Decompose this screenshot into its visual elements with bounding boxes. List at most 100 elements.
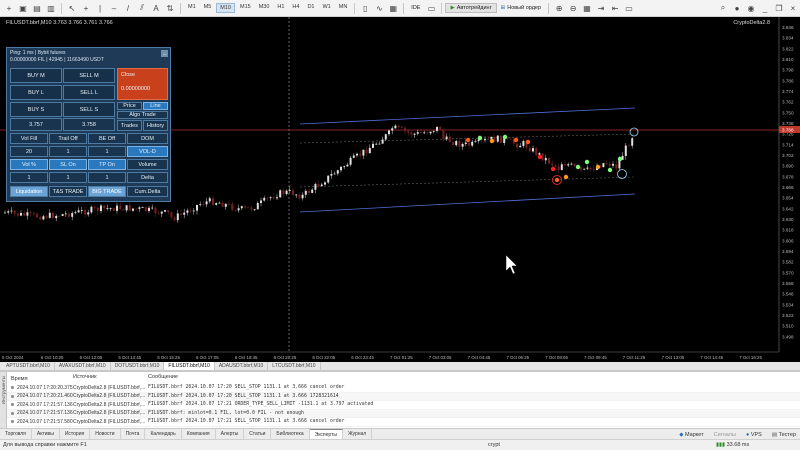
trades-button[interactable]: Trades [117, 120, 142, 131]
price-chart[interactable]: 3.846 3.834 3.822 3.810 3.798 3.786 3.774 3.762… [0, 17, 800, 362]
timeframe-d1[interactable]: D1 [304, 3, 317, 13]
templates-icon[interactable]: ▦ [388, 3, 398, 13]
minimize-icon[interactable]: _ [760, 3, 770, 13]
search-icon[interactable]: ⌕ [718, 3, 728, 13]
col-source-header[interactable]: Источник [73, 374, 148, 383]
timeframe-m5[interactable]: M5 [201, 3, 215, 13]
tester-link[interactable]: ▤ Тестер [772, 432, 796, 438]
vol-fill-input[interactable]: 20 [10, 146, 48, 157]
new-chart-icon[interactable]: + [4, 3, 14, 13]
toolbox-tab[interactable]: Компания [182, 429, 216, 439]
toolbox-tab[interactable]: Алерты [216, 429, 245, 439]
cum-delta-button[interactable]: Cum.Delta [127, 186, 168, 197]
vol-d-button[interactable]: VOL-D [127, 146, 168, 157]
account-icon[interactable]: ◉ [746, 3, 756, 13]
algo-trading-button[interactable]: ▶ Автотрейдинг [445, 3, 497, 13]
be-input[interactable]: 1 [88, 146, 126, 157]
screenshot-icon[interactable]: ▭ [624, 3, 634, 13]
vol-pct-button[interactable]: Vol % [10, 159, 48, 170]
timeframe-h4[interactable]: H4 [289, 3, 302, 13]
new-order-button[interactable]: ⊞ Новый ордер [497, 4, 545, 12]
algo-trade-button[interactable]: Algo Trade [117, 111, 168, 119]
volume-button[interactable]: Volume [127, 159, 168, 170]
log-row[interactable]: 2024.10.07 17:21:57.136 CryptoDelta2.8 (F… [7, 409, 800, 418]
log-row[interactable]: 2024.10.07 17:21:57.580 CryptoDelta2.8 (F… [7, 418, 800, 427]
trail-off-button[interactable]: Trail Off [49, 133, 87, 144]
zoom-out-icon[interactable]: ⊖ [568, 3, 578, 13]
sell-l-button[interactable]: SELL L [63, 85, 115, 100]
toolbox-tab[interactable]: Библиотека [271, 429, 310, 439]
close-icon[interactable]: × [788, 3, 798, 13]
toolbox-tab[interactable]: Торговля [0, 429, 32, 439]
toolbox-tab[interactable]: Журнал [343, 429, 373, 439]
autoscroll-icon[interactable]: ⇥ [596, 3, 606, 13]
terminal-icon[interactable]: ▭ [426, 3, 436, 13]
timeframe-w1[interactable]: W1 [319, 3, 333, 13]
timeframe-mn[interactable]: MN [336, 3, 351, 13]
arrows-icon[interactable]: ⇅ [165, 3, 175, 13]
indicators-icon[interactable]: ∿ [374, 3, 384, 13]
chart-shift-icon[interactable]: ⇤ [610, 3, 620, 13]
timeframe-m15[interactable]: M15 [237, 3, 254, 13]
toolbox-tab[interactable]: Новости [90, 429, 121, 439]
signals-link[interactable]: Сигналы [714, 432, 736, 438]
vertical-line-icon[interactable]: | [95, 3, 105, 13]
vps-link[interactable]: ● VPS [746, 432, 762, 438]
line-button[interactable]: Line [143, 102, 168, 110]
ide-button[interactable]: IDE [407, 4, 424, 12]
col-time-header[interactable]: Время [7, 374, 73, 383]
sell-s-button[interactable]: SELL S [63, 102, 115, 117]
toolbox-tab[interactable]: Почта [121, 429, 146, 439]
market-watch-icon[interactable]: ▤ [32, 3, 42, 13]
restore-icon[interactable]: ❐ [774, 3, 784, 13]
timeframe-m30[interactable]: M30 [256, 3, 273, 13]
channel-icon[interactable]: ⫽ [137, 3, 147, 13]
crosshair-icon[interactable]: ↖ [67, 3, 77, 13]
be-off-button[interactable]: BE Off [88, 133, 126, 144]
horizontal-line-icon[interactable]: – [109, 3, 119, 13]
trendline-icon[interactable]: / [123, 3, 133, 13]
toolbox-side-label[interactable]: Инструменты [0, 372, 7, 429]
col-message-header[interactable]: Сообщение [148, 374, 800, 383]
chart-tab[interactable]: ADAUSDT.bbrf,M10 [215, 362, 269, 370]
vol-fill-button[interactable]: Vol Fill [10, 133, 48, 144]
sl-on-button[interactable]: SL On [49, 159, 87, 170]
buy-m-button[interactable]: BUY M [10, 68, 62, 83]
chart-tab[interactable]: LTCUSDT.bbrf,M10 [268, 362, 321, 370]
chart-tab[interactable]: DOTUSDT.bbrf,M10 [111, 362, 165, 370]
zoom-in-icon[interactable]: ⊕ [554, 3, 564, 13]
connection-status[interactable]: ▮▮▮ 33.68 ms [716, 442, 749, 448]
timeframe-h1[interactable]: H1 [274, 3, 287, 13]
toolbox-tab[interactable]: Календарь [145, 429, 182, 439]
toolbox-tab[interactable]: Эксперты [309, 429, 343, 439]
text-icon[interactable]: A [151, 3, 161, 13]
dom-button[interactable]: DOM [127, 133, 168, 144]
chart-tab[interactable]: FILUSDT.bbrf,M10 [164, 362, 215, 370]
market-link[interactable]: ◆ Маркет [679, 432, 703, 438]
chart-type-icon[interactable]: ▯ [360, 3, 370, 13]
vol-pct-input[interactable]: 1 [10, 172, 48, 183]
buy-s-button[interactable]: BUY S [10, 102, 62, 117]
notification-icon[interactable]: ● [732, 3, 742, 13]
price-button[interactable]: Price [117, 102, 142, 110]
toolbox-tab[interactable]: Активы [32, 429, 60, 439]
toolbox-tab[interactable]: История [60, 429, 91, 439]
tile-windows-icon[interactable]: ▦ [582, 3, 592, 13]
log-row[interactable]: 2024.10.07 17:21:57.136 CryptoDelta2.8 (F… [7, 401, 800, 410]
timeframe-m10[interactable]: M10 [216, 3, 235, 13]
chart-tab[interactable]: AVAXUSDT.bbrf,M10 [55, 362, 111, 370]
tp-on-button[interactable]: TP On [88, 159, 126, 170]
buy-l-button[interactable]: BUY L [10, 85, 62, 100]
chart-tab[interactable]: APTUSDT.bbrf,M10 [2, 362, 55, 370]
tp-input[interactable]: 1 [88, 172, 126, 183]
close-position-button[interactable]: Close 0.00000000 [117, 68, 168, 100]
sell-m-button[interactable]: SELL M [63, 68, 115, 83]
log-row[interactable]: 2024.10.07 17:20:21.460 CryptoDelta2.8 (F… [7, 392, 800, 401]
navigator-icon[interactable]: ▥ [46, 3, 56, 13]
cursor-icon[interactable]: + [81, 3, 91, 13]
tas-trade-button[interactable]: T&S TRADE [49, 186, 87, 197]
toolbox-tab[interactable]: Статьи [244, 429, 272, 439]
panel-minimize-button[interactable]: _ [161, 50, 168, 57]
trail-input[interactable]: 1 [49, 146, 87, 157]
delta-button[interactable]: Delta [127, 172, 168, 183]
